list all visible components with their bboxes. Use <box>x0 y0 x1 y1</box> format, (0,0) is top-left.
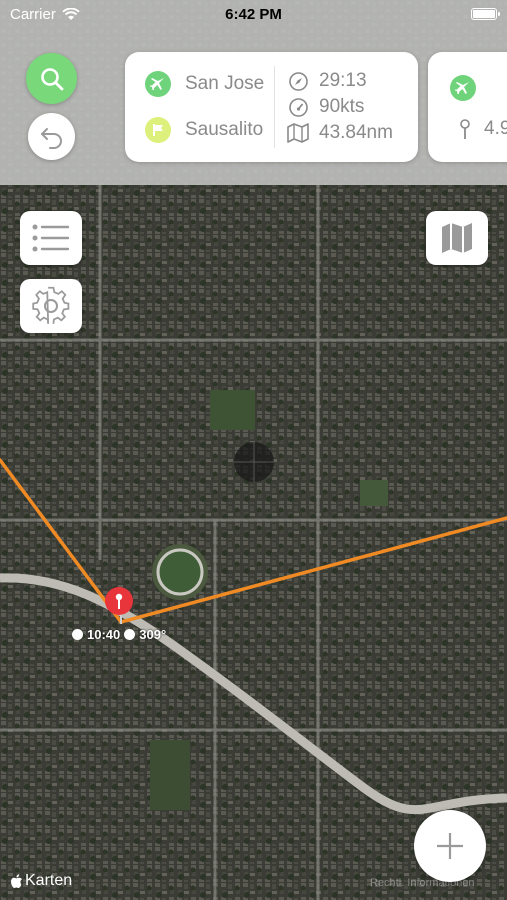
secondary-partial-value: 4.9 <box>484 118 507 139</box>
list-button[interactable] <box>20 211 82 265</box>
marker-info-label: 10:40 309° <box>72 627 166 642</box>
destination-row: Sausalito <box>145 117 263 143</box>
speed-value: 90kts <box>319 96 365 117</box>
secondary-route-card[interactable]: 4.9 <box>428 52 507 162</box>
search-button[interactable] <box>26 53 77 104</box>
map-icon <box>287 122 309 144</box>
clock-icon <box>287 70 309 92</box>
clock-icon <box>72 629 83 640</box>
distance-value: 43.84nm <box>319 122 393 143</box>
compass-icon <box>124 629 136 640</box>
card-divider <box>274 66 275 148</box>
undo-button[interactable] <box>28 113 75 160</box>
duration-row: 29:13 <box>287 70 367 92</box>
legal-link[interactable]: Rechtl. Informationen <box>370 877 475 889</box>
distance-row: 43.84nm <box>287 122 393 144</box>
speedometer-icon <box>287 96 309 118</box>
map-layers-icon <box>442 223 472 253</box>
list-icon <box>32 224 70 252</box>
duration-value: 29:13 <box>319 70 367 91</box>
map-attribution: Karten <box>10 872 72 890</box>
search-icon <box>40 67 63 90</box>
route-summary-card[interactable]: San Jose Sausalito 29:13 90kts 43.84nm <box>125 52 418 162</box>
add-waypoint-button[interactable] <box>414 810 486 882</box>
destination-label: Sausalito <box>185 119 264 140</box>
undo-icon <box>40 127 62 149</box>
speed-row: 90kts <box>287 96 364 118</box>
plane-icon <box>450 75 476 101</box>
map-brand-label: Karten <box>25 872 73 889</box>
marker-time: 10:40 <box>87 627 121 642</box>
plane-icon <box>145 71 171 97</box>
gear-icon <box>32 286 70 324</box>
marker-heading: 309° <box>139 627 167 642</box>
origin-label: San Jose <box>185 73 265 94</box>
plus-icon <box>437 833 463 859</box>
secondary-pin-row: 4.9 <box>454 118 507 140</box>
status-time: 6:42 PM <box>225 6 282 23</box>
secondary-plane-row <box>450 75 490 101</box>
origin-row: San Jose <box>145 71 264 97</box>
apple-icon <box>11 873 22 888</box>
pin-icon <box>454 118 476 140</box>
map-layers-button[interactable] <box>426 211 488 265</box>
flag-icon <box>145 117 171 143</box>
settings-button[interactable] <box>20 279 82 333</box>
